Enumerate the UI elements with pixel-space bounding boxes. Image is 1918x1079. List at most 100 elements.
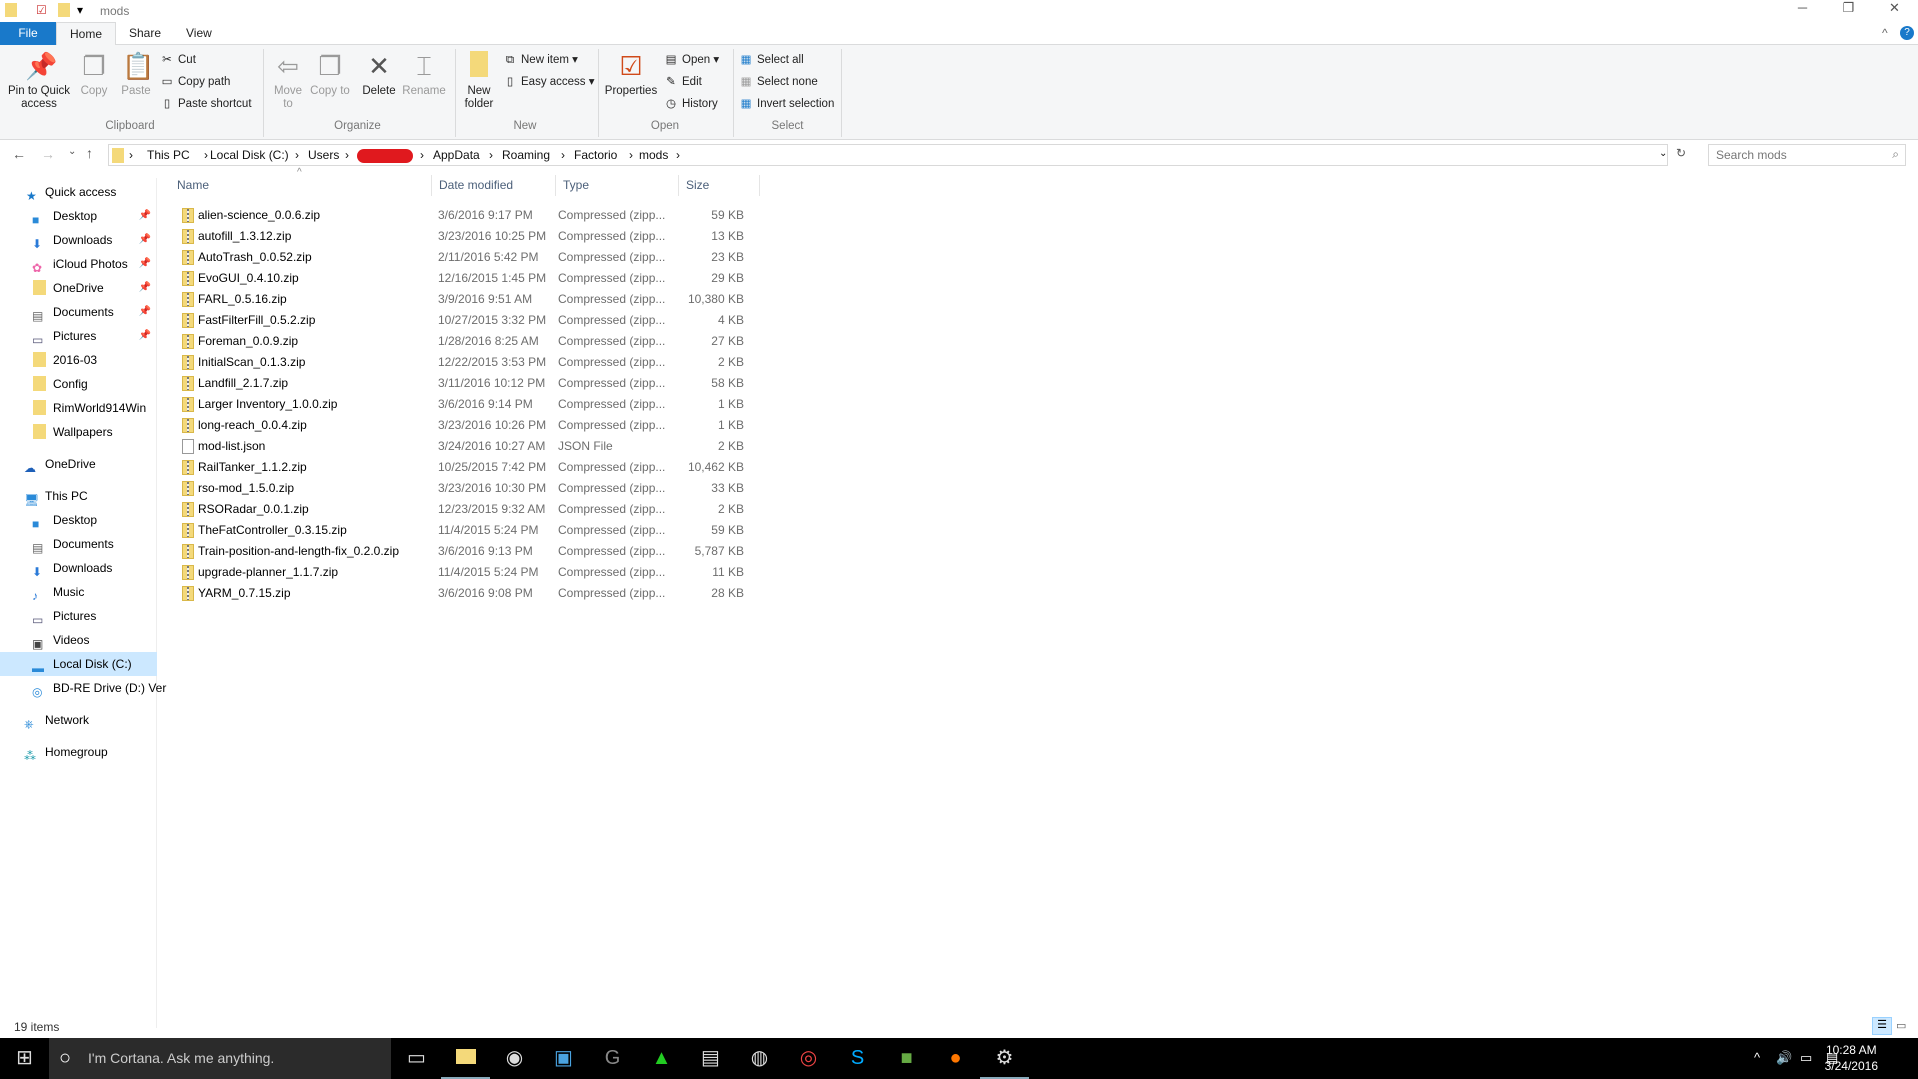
nav-quick-item[interactable]: ▤ Documents 📌 [0,300,157,324]
properties-qat-icon[interactable]: ☑ [36,3,47,17]
file-row[interactable]: YARM_0.7.15.zip 3/6/2016 9:08 PM Compresse… [170,583,750,604]
copy-to-button[interactable]: ❐ Copy to [310,45,350,98]
breadcrumb-users[interactable]: Users [308,148,339,162]
breadcrumb-appdata[interactable]: AppData [433,148,480,162]
minecraft-icon[interactable]: ■ [882,1038,931,1079]
breadcrumb-this-pc[interactable]: This PC [147,148,190,162]
new-item-button[interactable]: ⧉ New item ▾ [503,50,578,70]
easy-access-button[interactable]: ▯ Easy access ▾ [503,72,595,92]
file-row[interactable]: Landfill_2.1.7.zip 3/11/2016 10:12 PM Comp… [170,373,750,394]
breadcrumb-factorio[interactable]: Factorio [574,148,617,162]
breadcrumb-local-disk[interactable]: Local Disk (C:) [210,148,289,162]
logitech-icon[interactable]: G [588,1038,637,1079]
select-none-button[interactable]: ▦ Select none [739,72,818,92]
photoshop-icon[interactable]: ▣ [539,1038,588,1079]
copy-path-button[interactable]: ▭ Copy path [160,72,231,92]
pin-quick-access-button[interactable]: 📌 Pin to Quick access [4,45,74,111]
close-button[interactable]: ✕ [1872,0,1917,20]
nav-pc-item[interactable]: ▬ Local Disk (C:) [0,652,157,676]
nav-quick-item[interactable]: ⬇ Downloads 📌 [0,228,157,252]
file-row[interactable]: EvoGUI_0.4.10.zip 12/16/2015 1:45 PM Compr… [170,268,750,289]
copy-button[interactable]: ❐ Copy [74,45,114,98]
show-hidden-icons-button[interactable]: ^ [1754,1050,1760,1065]
open-button[interactable]: ▤ Open ▾ [664,50,720,70]
minimize-button[interactable]: ─ [1780,0,1825,20]
app-icon[interactable]: ▤ [686,1038,735,1079]
nav-network[interactable]: ⎈ Network [0,708,157,732]
nav-quick-item[interactable]: ✿ iCloud Photos 📌 [0,252,157,276]
file-row[interactable]: rso-mod_1.5.0.zip 3/23/2016 10:30 PM Compr… [170,478,750,499]
paste-button[interactable]: 📋 Paste [116,45,156,98]
file-row[interactable]: RailTanker_1.1.2.zip 10/25/2015 7:42 PM Co… [170,457,750,478]
nav-pc-item[interactable]: ▤ Documents [0,532,157,556]
file-row[interactable]: Train-position-and-length-fix_0.2.0.zip 3… [170,541,750,562]
tab-file[interactable]: File [0,22,56,45]
forward-button[interactable]: → [41,146,55,162]
column-header-name[interactable]: Name [170,175,432,196]
nav-pc-item[interactable]: ■ Desktop [0,508,157,532]
file-row[interactable]: Larger Inventory_1.0.0.zip 3/6/2016 9:14 … [170,394,750,415]
nav-homegroup[interactable]: ⁂ Homegroup [0,740,157,764]
breadcrumb-mods[interactable]: mods [639,148,668,162]
history-button[interactable]: ◷ History [664,94,718,114]
collapse-ribbon-icon[interactable]: ^ [1882,26,1888,40]
factorio-icon[interactable]: ⚙ [980,1038,1029,1079]
redacted-username[interactable] [357,149,413,163]
file-row[interactable]: autofill_1.3.12.zip 3/23/2016 10:25 PM Com… [170,226,750,247]
help-icon[interactable]: ? [1900,26,1914,40]
up-button[interactable]: ↑ [86,145,93,161]
nav-this-pc[interactable]: 🖥 This PC [0,484,157,508]
nav-pc-item[interactable]: ⬇ Downloads [0,556,157,580]
address-dropdown-icon[interactable]: ⌄ [1659,148,1667,159]
recent-locations-button[interactable]: ⌄ [68,146,76,157]
nav-quick-access[interactable]: ★ Quick access [0,180,157,204]
delete-button[interactable]: ✕ Delete [358,45,400,98]
nav-quick-item[interactable]: Config [0,372,157,396]
cortana-search-box[interactable]: ○ I'm Cortana. Ask me anything. [49,1038,391,1079]
app-icon[interactable]: ◍ [735,1038,784,1079]
nav-quick-item[interactable]: ▭ Pictures 📌 [0,324,157,348]
nav-quick-item[interactable]: Wallpapers [0,420,157,444]
properties-button[interactable]: ☑ Properties [602,45,660,98]
file-row[interactable]: AutoTrash_0.0.52.zip 2/11/2016 5:42 PM Com… [170,247,750,268]
file-row[interactable]: Foreman_0.0.9.zip 1/28/2016 8:25 AM Compre… [170,331,750,352]
nav-quick-item[interactable]: ■ Desktop 📌 [0,204,157,228]
maximize-button[interactable]: ❐ [1826,0,1871,20]
file-row[interactable]: InitialScan_0.1.3.zip 12/22/2015 3:53 PM C… [170,352,750,373]
task-view-icon[interactable]: ▭ [392,1038,441,1079]
tab-view[interactable]: View [173,22,225,45]
details-view-button[interactable]: ☰ [1872,1017,1892,1035]
large-icons-view-button[interactable]: ▭ [1896,1019,1906,1032]
file-row[interactable]: long-reach_0.0.4.zip 3/23/2016 10:26 PM Co… [170,415,750,436]
nav-quick-item[interactable]: 2016-03 [0,348,157,372]
green-app-icon[interactable]: ▲ [637,1038,686,1079]
new-folder-qat-icon[interactable] [58,3,70,17]
pin-icon[interactable]: 📌 [139,228,151,252]
pin-icon[interactable]: 📌 [139,300,151,324]
column-header-date[interactable]: Date modified [432,175,556,196]
qat-dropdown-icon[interactable]: ▾ [77,3,83,17]
pin-icon[interactable]: 📌 [139,276,151,300]
file-row[interactable]: alien-science_0.0.6.zip 3/6/2016 9:17 PM C… [170,205,750,226]
column-header-type[interactable]: Type [556,175,679,196]
file-row[interactable]: RSORadar_0.0.1.zip 12/23/2015 9:32 AM Comp… [170,499,750,520]
nav-pc-item[interactable]: ◎ BD-RE Drive (D:) Ver [0,676,166,700]
file-row[interactable]: mod-list.json 3/24/2016 10:27 AM JSON File… [170,436,750,457]
file-row[interactable]: FARL_0.5.16.zip 3/9/2016 9:51 AM Compresse… [170,289,750,310]
tab-home[interactable]: Home [56,22,117,46]
address-bar[interactable]: › This PC › Local Disk (C:) › Users › › … [108,144,1668,166]
tab-share[interactable]: Share [116,22,174,45]
column-header-size[interactable]: Size [679,175,760,196]
nav-pc-item[interactable]: ▣ Videos [0,628,157,652]
invert-selection-button[interactable]: ▦ Invert selection [739,94,835,114]
steam-icon[interactable]: ◉ [490,1038,539,1079]
file-row[interactable]: FastFilterFill_0.5.2.zip 10/27/2015 3:32 … [170,310,750,331]
windows-start-button[interactable]: ⊞ [0,1038,49,1079]
select-all-button[interactable]: ▦ Select all [739,50,804,70]
file-row[interactable]: upgrade-planner_1.1.7.zip 11/4/2015 5:24 … [170,562,750,583]
search-input[interactable]: Search mods ⌕ [1708,144,1906,166]
origin-icon[interactable]: ● [931,1038,980,1079]
volume-icon[interactable]: 🔊 [1776,1050,1792,1066]
paste-shortcut-button[interactable]: ▯ Paste shortcut [160,94,252,114]
nav-quick-item[interactable]: OneDrive 📌 [0,276,157,300]
